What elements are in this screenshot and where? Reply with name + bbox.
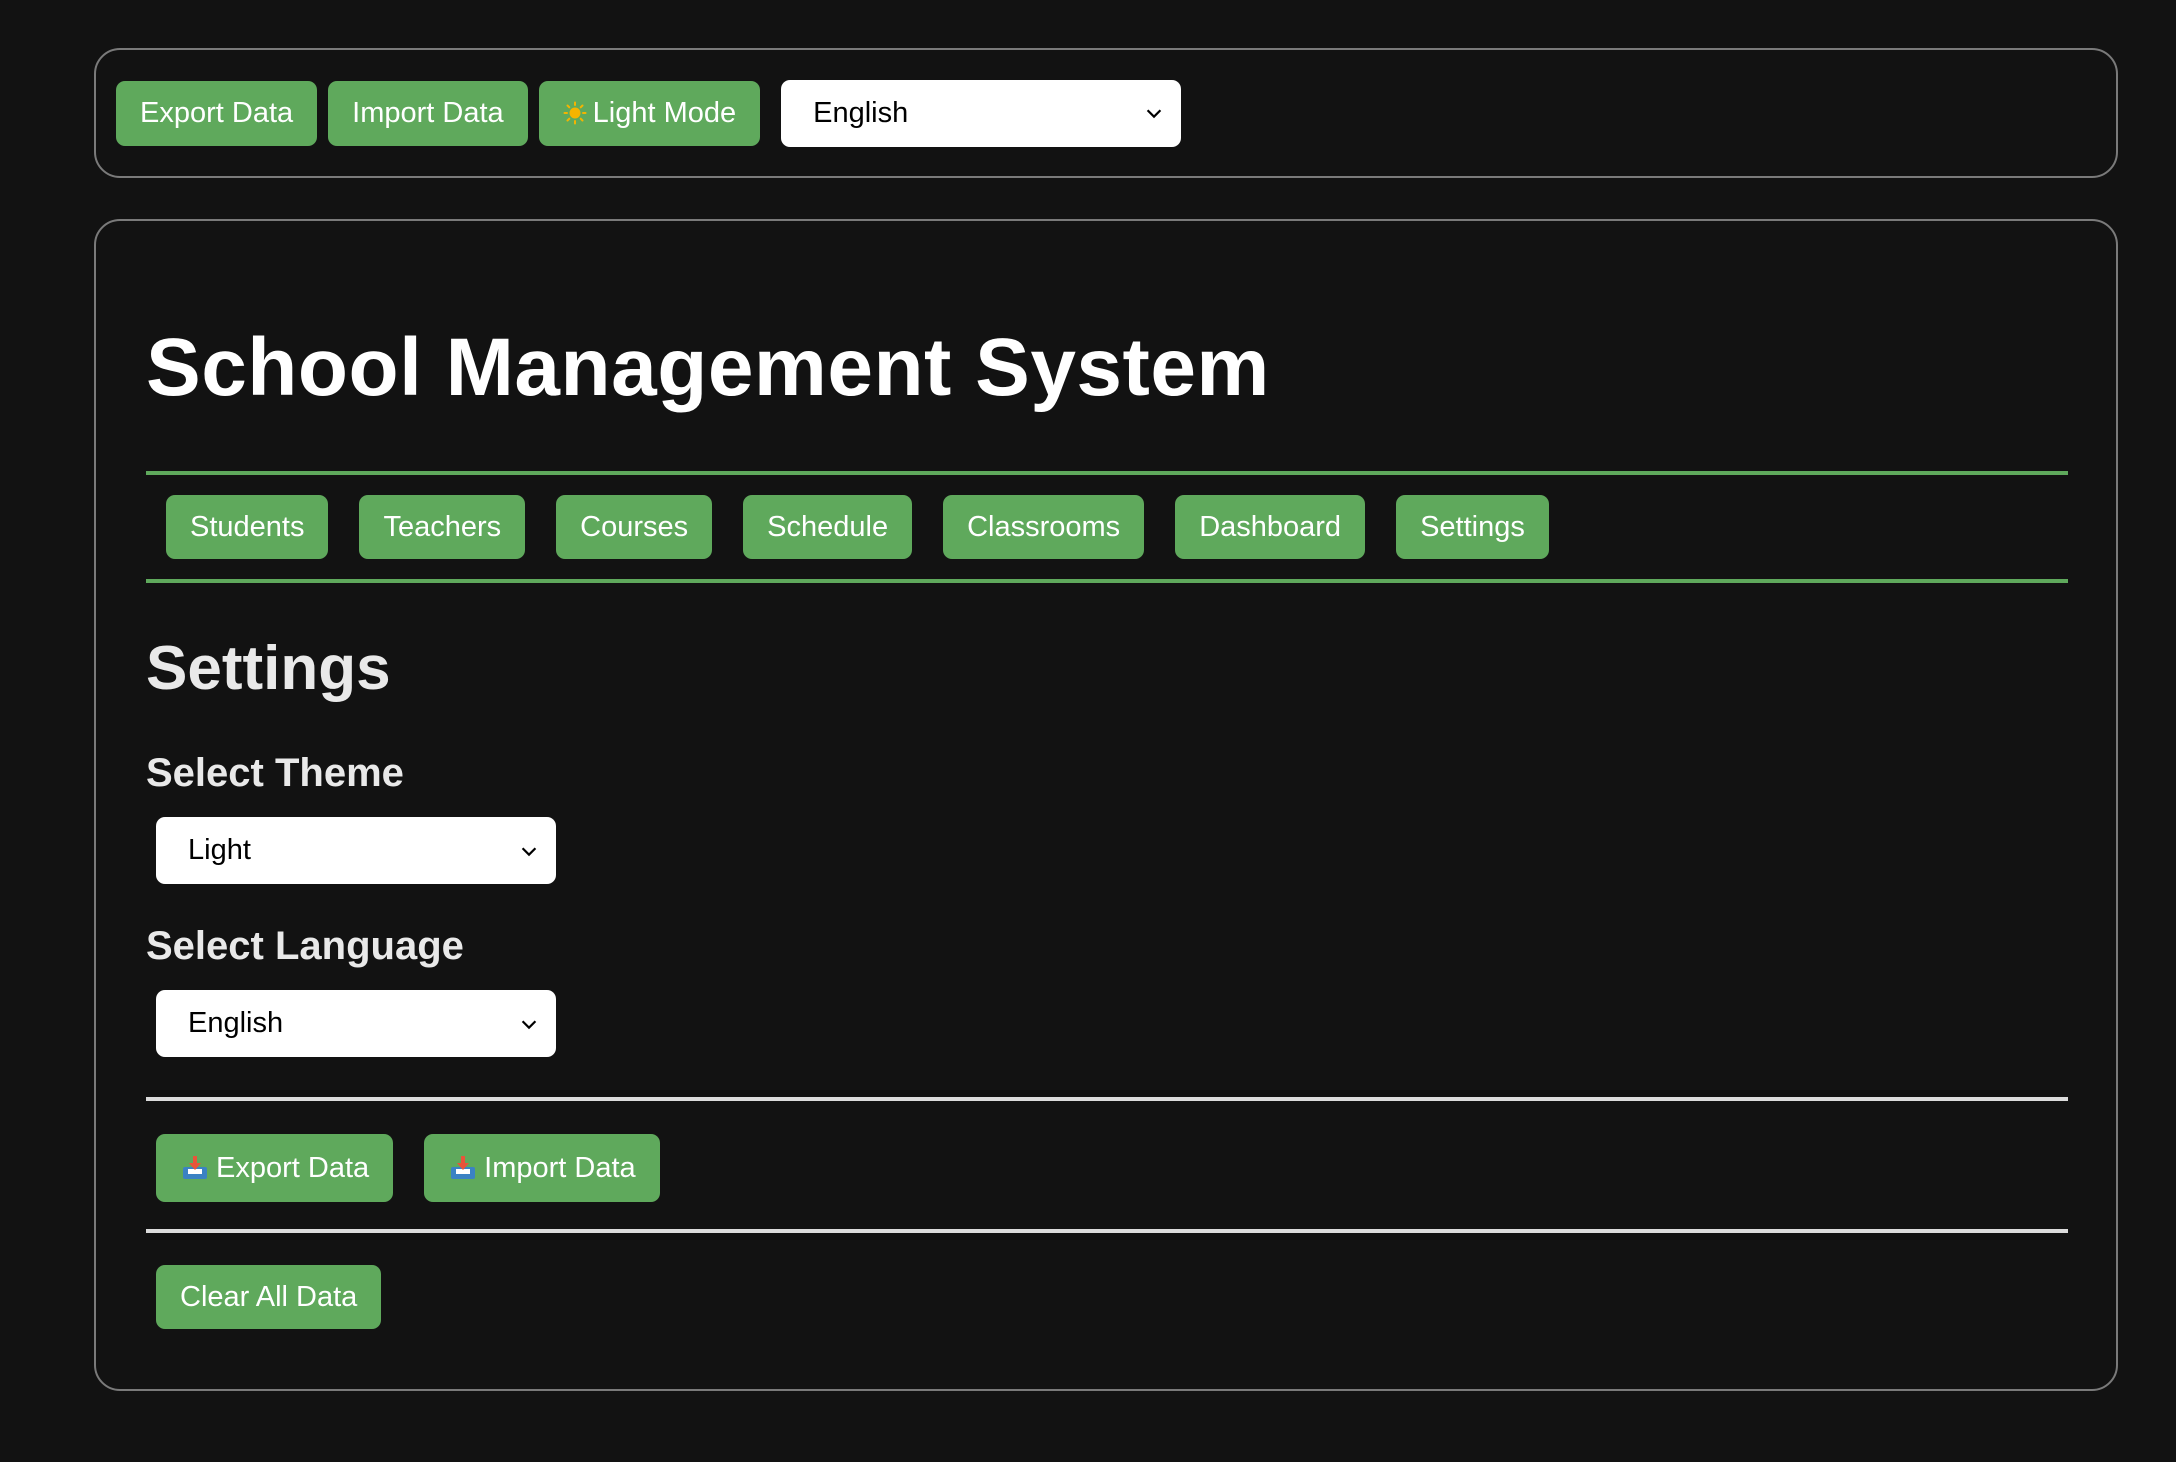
nav-classrooms-label: Classrooms — [967, 510, 1121, 543]
nav-courses-label: Courses — [580, 510, 689, 543]
nav-students-label: Students — [190, 510, 305, 543]
danger-actions: Clear All Data — [156, 1265, 382, 1329]
settings-heading: Settings — [146, 634, 391, 703]
inbox-tray-icon — [183, 1156, 207, 1179]
nav-dashboard[interactable]: Dashboard — [1175, 495, 1366, 559]
nav-teachers[interactable]: Teachers — [359, 495, 526, 559]
top-language-value: English — [813, 96, 909, 129]
clear-all-data-button[interactable]: Clear All Data — [156, 1265, 382, 1329]
nav-settings[interactable]: Settings — [1396, 495, 1549, 559]
import-data-label: Import Data — [484, 1151, 636, 1184]
divider — [146, 1229, 2068, 1233]
chevron-down-icon — [1146, 109, 1162, 119]
language-label: Select Language — [146, 924, 464, 968]
top-export-button[interactable]: Export Data — [116, 80, 318, 146]
main-nav: Students Teachers Courses Schedule Class… — [146, 471, 2068, 583]
nav-students[interactable]: Students — [166, 495, 329, 559]
top-export-label: Export Data — [140, 96, 294, 129]
theme-select-value: Light — [188, 834, 251, 866]
inbox-tray-icon — [451, 1156, 476, 1179]
chevron-down-icon — [521, 1019, 537, 1029]
nav-schedule[interactable]: Schedule — [743, 495, 913, 559]
nav-dashboard-label: Dashboard — [1199, 510, 1342, 543]
language-select[interactable]: English — [156, 990, 556, 1057]
data-actions: Export Data Import Data — [156, 1134, 660, 1202]
main-panel: School Management System Students Teache… — [94, 219, 2118, 1391]
chevron-down-icon — [521, 846, 537, 856]
export-data-label: Export Data — [216, 1151, 370, 1184]
nav-courses[interactable]: Courses — [556, 495, 713, 559]
export-data-button[interactable]: Export Data — [156, 1134, 394, 1202]
theme-select[interactable]: Light — [156, 817, 556, 884]
top-import-label: Import Data — [352, 96, 504, 129]
nav-teachers-label: Teachers — [383, 510, 502, 543]
nav-classrooms[interactable]: Classrooms — [943, 495, 1145, 559]
light-mode-button[interactable]: Light Mode — [538, 80, 761, 146]
nav-settings-label: Settings — [1420, 510, 1525, 543]
import-data-button[interactable]: Import Data — [424, 1134, 660, 1202]
page-title: School Management System — [146, 322, 1270, 413]
top-language-select[interactable]: English — [781, 79, 1182, 147]
nav-schedule-label: Schedule — [767, 510, 889, 543]
top-import-button[interactable]: Import Data — [328, 80, 528, 146]
language-select-value: English — [188, 1007, 284, 1039]
light-mode-label: Light Mode — [592, 96, 737, 129]
divider — [146, 1097, 2068, 1101]
sun-icon — [563, 101, 587, 125]
top-toolbar: Export Data Import Data Light Mode Engli… — [94, 48, 2118, 178]
theme-label: Select Theme — [146, 751, 404, 795]
clear-all-data-label: Clear All Data — [180, 1280, 358, 1313]
